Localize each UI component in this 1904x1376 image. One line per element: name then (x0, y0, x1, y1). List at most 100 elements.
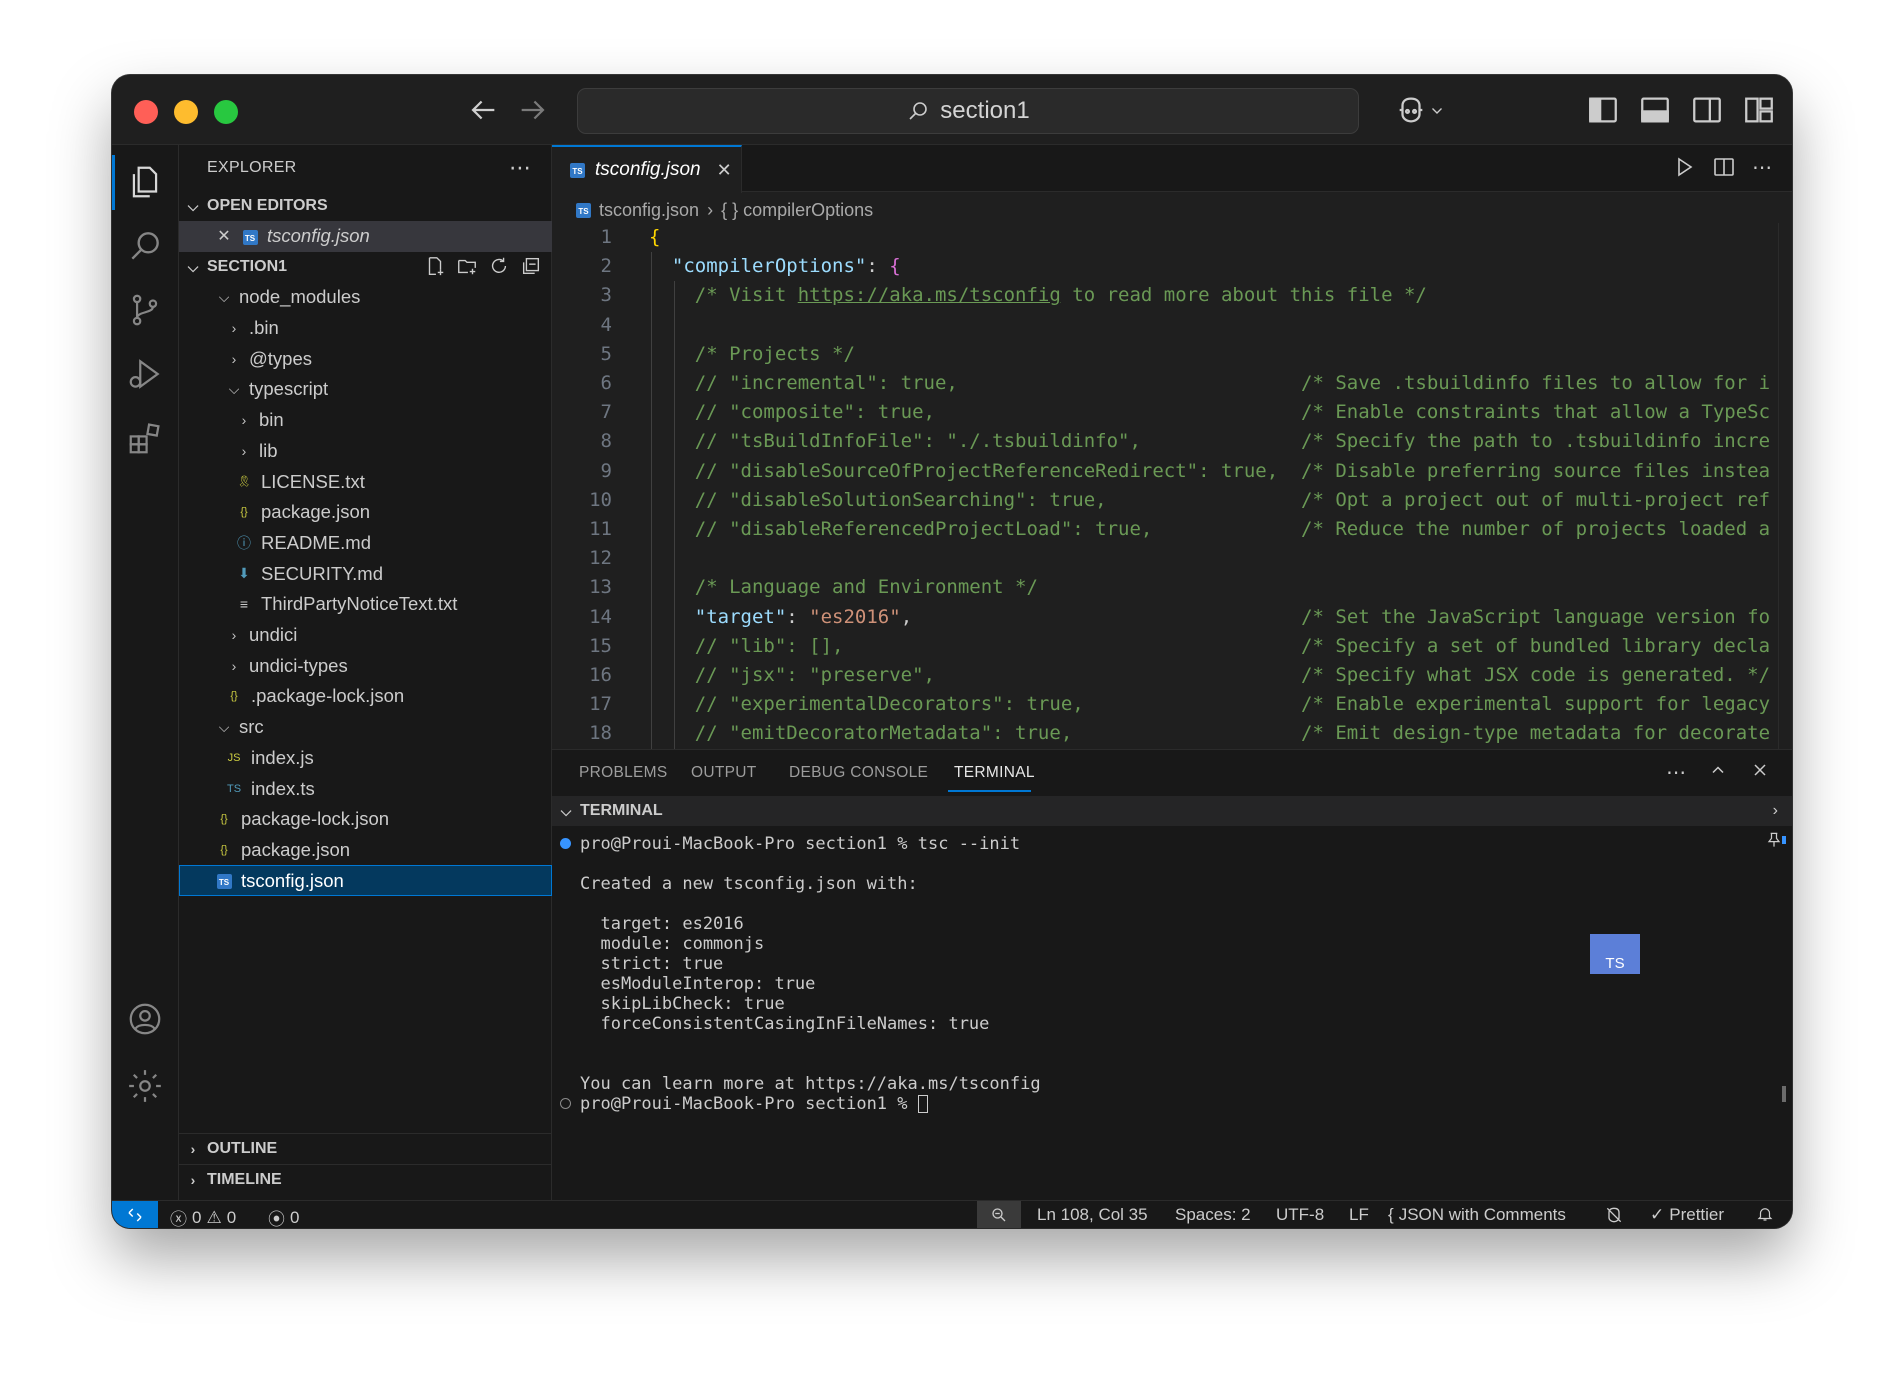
timeline-section-header[interactable]: › TIMELINE (179, 1164, 552, 1195)
chevron-right-icon: › (241, 442, 247, 459)
new-folder-icon[interactable] (456, 255, 478, 277)
terminal-line: pro@Proui-MacBook-Pro section1 % tsc --i… (580, 834, 1021, 854)
tree-folder[interactable]: › bin (179, 405, 552, 436)
tree-file[interactable]: TS index.ts (179, 773, 552, 804)
tree-folder[interactable]: › .bin (179, 313, 552, 344)
collapse-all-icon[interactable] (520, 255, 542, 277)
terminal-scrollbar[interactable] (1782, 836, 1786, 1136)
terminal[interactable]: pro@Proui-MacBook-Pro section1 % tsc --i… (552, 826, 1792, 1201)
customize-layout-icon[interactable] (1742, 93, 1776, 127)
editor-more-actions-icon[interactable]: ⋯ (1752, 155, 1772, 180)
broadcast-icon: ⦿ (268, 1210, 285, 1228)
tab-tsconfig[interactable]: TS tsconfig.json ✕ (552, 145, 742, 193)
editor-scrollbar[interactable] (1778, 223, 1792, 749)
encoding-status[interactable]: UTF-8 (1276, 1205, 1324, 1225)
tree-file[interactable]: TS tsconfig.json (179, 865, 552, 896)
tree-item-label: tsconfig.json (241, 869, 344, 891)
copilot-icon[interactable] (1394, 93, 1428, 127)
command-center-search[interactable]: section1 (577, 88, 1359, 134)
split-editor-icon[interactable] (1712, 155, 1736, 179)
tree-folder[interactable]: › @types (179, 343, 552, 374)
code-line: 17 // "experimentalDecorators": true, /*… (552, 690, 1792, 719)
tree-file[interactable]: {} package.json (179, 835, 552, 866)
tree-folder[interactable]: ⌵ node_modules (179, 282, 552, 313)
line-number: 7 (600, 401, 612, 424)
check-double-icon: ✓ (1650, 1205, 1665, 1224)
code-text: // "composite": true, /* Enable constrai… (694, 401, 1771, 424)
language-mode-status[interactable]: { JSON with Comments (1388, 1205, 1566, 1225)
run-and-debug-icon[interactable] (126, 355, 164, 393)
tree-file[interactable]: 🎗 LICENSE.txt (179, 466, 552, 497)
search-icon[interactable] (126, 227, 164, 265)
tree-folder[interactable]: ⌵ src (179, 712, 552, 743)
command-success-dot-icon (560, 838, 571, 849)
terminal-pin-icon[interactable] (1764, 830, 1784, 850)
terminal-section-header[interactable]: ⌵ TERMINAL › (552, 796, 1792, 826)
toggle-secondary-sidebar-icon[interactable] (1690, 93, 1724, 127)
tree-file[interactable]: ⬇ SECURITY.md (179, 558, 552, 589)
section1-folder-header[interactable]: ⌵ SECTION1 (179, 252, 552, 282)
extensions-icon[interactable] (126, 419, 164, 457)
breadcrumb-file[interactable]: tsconfig.json (599, 200, 699, 221)
source-control-icon[interactable] (126, 291, 164, 329)
tree-file[interactable]: ⓘ README.md (179, 528, 552, 559)
toggle-primary-sidebar-icon[interactable] (1586, 93, 1620, 127)
breadcrumb-separator-chevron-icon: › (707, 199, 714, 220)
tree-folder[interactable]: › undici (179, 620, 552, 651)
tab-debug-console[interactable]: DEBUG CONSOLE (789, 764, 928, 782)
terminal-line: target: es2016 (580, 914, 744, 934)
close-tab-icon[interactable]: ✕ (717, 160, 732, 181)
minimize-window-button[interactable] (174, 100, 198, 124)
manage-gear-icon[interactable] (126, 1067, 164, 1105)
tsconfig-file-icon: TS (570, 162, 585, 178)
toggle-panel-icon[interactable] (1638, 93, 1672, 127)
tab-terminal[interactable]: TERMINAL (954, 764, 1035, 782)
tree-folder[interactable]: › undici-types (179, 650, 552, 681)
panel-more-actions-icon[interactable]: ⋯ (1666, 760, 1686, 785)
chevron-right-icon[interactable]: › (1773, 802, 1778, 820)
tree-file[interactable]: ≡ ThirdPartyNoticeText.txt (179, 589, 552, 620)
run-icon[interactable] (1672, 155, 1696, 179)
tree-file[interactable]: {} package.json (179, 497, 552, 528)
close-panel-icon[interactable] (1750, 760, 1770, 780)
forward-arrow-icon[interactable] (516, 93, 550, 127)
explorer-icon[interactable] (126, 163, 164, 201)
ports-status[interactable]: ⦿ 0 (268, 1205, 299, 1229)
problems-status[interactable]: ⓧ 0 ⚠ 0 (170, 1205, 236, 1229)
tab-output[interactable]: OUTPUT (691, 764, 757, 782)
code-line: 18 // "emitDecoratorMetadata": true, /* … (552, 719, 1792, 748)
copilot-menu-chevron-down-icon[interactable] (1428, 93, 1446, 127)
tree-folder[interactable]: › lib (179, 436, 552, 467)
maximize-window-button[interactable] (214, 100, 238, 124)
notifications-bell-icon[interactable] (1756, 1205, 1774, 1223)
explorer-more-actions-icon[interactable]: ⋯ (509, 155, 531, 181)
eol-status[interactable]: LF (1349, 1205, 1369, 1225)
tree-file[interactable]: JS index.js (179, 743, 552, 774)
code-editor[interactable]: 1{2 "compilerOptions": {3 /* Visit https… (552, 223, 1792, 749)
tree-folder[interactable]: ⌵ typescript (179, 374, 552, 405)
maximize-panel-chevron-up-icon[interactable] (1708, 760, 1728, 780)
tsconfig-file-icon: TS (241, 228, 259, 245)
remote-indicator[interactable] (112, 1201, 158, 1228)
tree-file[interactable]: {} package-lock.json (179, 804, 552, 835)
indentation-status[interactable]: Spaces: 2 (1175, 1205, 1251, 1225)
zoom-status[interactable] (977, 1201, 1021, 1228)
cursor-position[interactable]: Ln 108, Col 35 (1037, 1205, 1148, 1225)
new-file-icon[interactable] (424, 255, 446, 277)
code-line: 1{ (552, 223, 1792, 252)
copilot-status-icon[interactable] (1604, 1205, 1624, 1225)
breadcrumb-symbol[interactable]: { } compilerOptions (721, 200, 873, 221)
tab-problems[interactable]: PROBLEMS (579, 764, 668, 782)
prettier-status[interactable]: ✓ Prettier (1650, 1205, 1724, 1225)
close-icon[interactable]: ✕ (215, 226, 233, 246)
accounts-icon[interactable] (126, 1000, 164, 1038)
tree-file[interactable]: {} .package-lock.json (179, 681, 552, 712)
back-arrow-icon[interactable] (466, 93, 500, 127)
open-editors-header[interactable]: ⌵ OPEN EDITORS (179, 191, 552, 221)
refresh-icon[interactable] (488, 255, 510, 277)
json-file-icon: {} (220, 843, 228, 856)
outline-section-header[interactable]: › OUTLINE (179, 1133, 552, 1164)
chevron-right-icon: › (190, 1172, 196, 1188)
open-editor-item[interactable]: ✕ TS tsconfig.json (179, 221, 552, 252)
close-window-button[interactable] (134, 100, 158, 124)
